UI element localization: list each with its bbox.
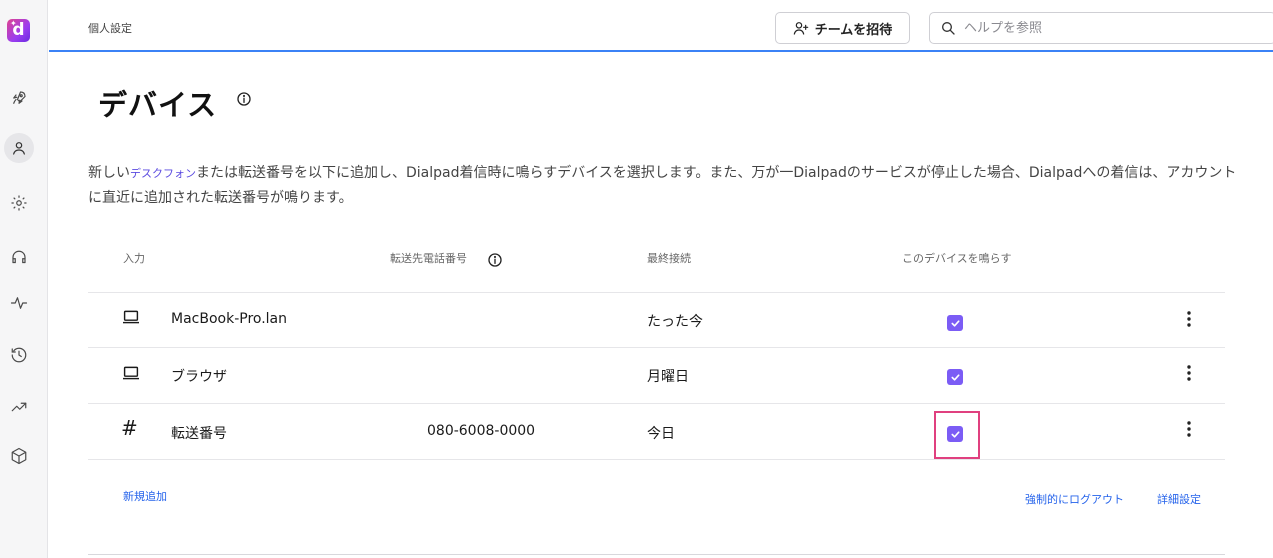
more-options-button[interactable] [1178,418,1200,440]
kebab-icon [1187,421,1191,437]
headset-icon[interactable] [9,248,29,268]
kebab-icon [1187,365,1191,381]
hash-icon: # [121,416,138,440]
sparkle-icon: ✦ [10,19,17,28]
kebab-icon [1187,311,1191,327]
info-icon[interactable] [236,91,252,111]
device-name: MacBook-Pro.lan [171,311,288,327]
page-description: 新しいデスクフォンまたは転送番号を以下に追加し、Dialpad着信時に鳴らすデバ… [88,165,1237,206]
more-options-button[interactable] [1178,362,1200,384]
divider [88,403,1225,404]
divider [88,554,1225,555]
header-input: 入力 [123,252,145,265]
top-bar: 個人設定 チームを招待 [49,0,1273,52]
main-content: デバイス 新しいデスクフォンまたは転送番号を以下に追加し、Dialpad着信時に… [49,54,1273,558]
breadcrumb: 個人設定 [88,22,132,35]
header-last-connected: 最終接続 [647,252,691,265]
gear-icon[interactable] [9,193,29,213]
laptop-icon [121,365,141,385]
page-title: デバイス [98,88,218,122]
checkbox-highlight [934,411,980,459]
user-icon[interactable] [4,133,34,163]
laptop-icon [121,309,141,329]
help-search-input[interactable] [964,20,1244,36]
info-icon[interactable] [487,252,503,272]
trending-up-icon[interactable] [9,397,29,417]
more-options-button[interactable] [1178,308,1200,330]
help-search-box[interactable] [929,12,1273,44]
divider [88,292,1225,293]
rocket-icon[interactable] [9,88,29,108]
check-icon [950,373,960,381]
search-icon [942,22,955,35]
invite-team-label: チームを招待 [814,22,893,38]
divider [88,347,1225,348]
device-name: 転送番号 [171,426,227,442]
last-connected: 月曜日 [647,369,689,385]
ring-device-checkbox[interactable] [947,369,963,385]
force-logout-link[interactable]: 強制的にログアウト [1025,491,1124,507]
dialpad-logo[interactable]: ✦ d [7,19,30,42]
history-icon[interactable] [9,345,29,365]
last-connected: 今日 [647,426,675,442]
desk-phone-link[interactable]: デスクフォン [130,167,196,180]
header-forward-number: 転送先電話番号 [390,252,467,265]
activity-icon[interactable] [9,293,29,313]
add-user-icon [793,22,808,35]
ring-device-checkbox[interactable] [947,315,963,331]
add-new-link[interactable]: 新規追加 [123,488,167,504]
invite-team-button[interactable]: チームを招待 [775,12,910,44]
forward-number: 080-6008-0000 [427,423,536,439]
device-name: ブラウザ [171,369,227,385]
advanced-settings-link[interactable]: 詳細設定 [1157,491,1201,507]
header-ring-device: このデバイスを鳴らす [902,252,1012,265]
divider [88,459,1225,460]
check-icon [950,319,960,327]
last-connected: たった今 [647,314,703,330]
sidebar: ✦ d [0,0,48,558]
cube-icon[interactable] [9,446,29,466]
